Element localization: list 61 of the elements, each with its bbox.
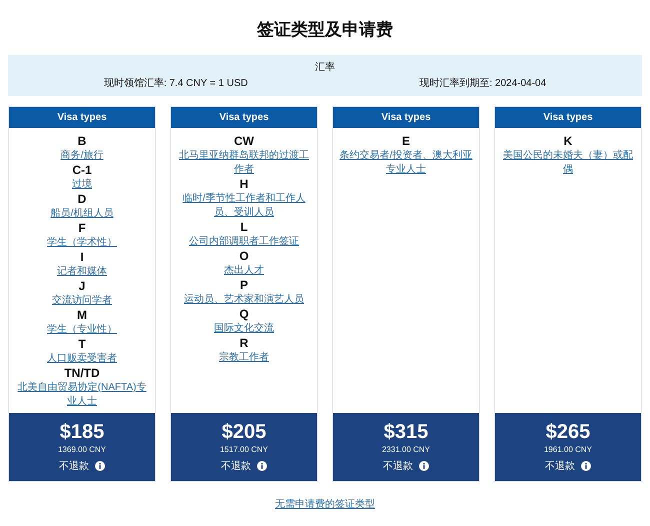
visa-code: H	[240, 177, 248, 192]
visa-code: I	[80, 250, 84, 265]
visa-type-link[interactable]: 国际文化交流	[214, 322, 274, 336]
price-cny: 1517.00 CNY	[218, 445, 270, 454]
price-cny: 1369.00 CNY	[56, 445, 108, 454]
visa-type-link[interactable]: 船员/机组人员	[50, 207, 114, 221]
visa-code: K	[564, 134, 572, 149]
visa-code: O	[239, 249, 249, 264]
price-cny: 1961.00 CNY	[542, 445, 594, 454]
visa-type-link[interactable]: 条约交易者/投资者、澳大利亚专业人士	[339, 149, 473, 177]
page-title: 签证类型及申请费	[256, 19, 394, 41]
visa-code: P	[240, 278, 248, 293]
visa-type-link[interactable]: 临时/季节性工作者和工作人员、受训人员	[177, 192, 311, 220]
price-usd: $265	[544, 421, 592, 443]
visa-code: J	[78, 279, 86, 294]
visa-type-link[interactable]: 人口贩卖受害者	[47, 352, 117, 366]
visa-type-link[interactable]: 学生（学术性）	[47, 236, 117, 250]
card-header: Visa types	[9, 107, 155, 128]
visa-type-link[interactable]: 北马里亚纳群岛联邦的过渡工作者	[177, 149, 311, 177]
visa-type-link[interactable]: 记者和媒体	[57, 265, 107, 279]
visa-code: Q	[239, 307, 249, 322]
refund-note: 不退款	[383, 460, 413, 473]
refund-note: 不退款	[545, 460, 575, 473]
price-usd: $185	[58, 421, 106, 443]
visa-type-link[interactable]: 过境	[72, 178, 92, 192]
visa-code: B	[78, 134, 86, 149]
visa-code: D	[78, 192, 86, 207]
info-icon[interactable]	[581, 461, 591, 471]
price-usd: $205	[220, 421, 268, 443]
exchange-rate-text: 现时领馆汇率: 7.4 CNY = 1 USD	[104, 76, 248, 90]
card-header: Visa types	[495, 107, 641, 128]
visa-code: CW	[234, 134, 254, 149]
visa-type-link[interactable]: 公司内部调职者工作签证	[189, 235, 299, 249]
visa-code: L	[240, 220, 248, 235]
card-header: Visa types	[171, 107, 317, 128]
visa-type-link[interactable]: 宗教工作者	[219, 351, 269, 365]
visa-code: T	[78, 337, 86, 352]
refund-note: 不退款	[59, 460, 89, 473]
visa-type-link[interactable]: 杰出人才	[224, 264, 264, 278]
visa-type-link[interactable]: 学生（专业性）	[47, 323, 117, 337]
visa-type-link[interactable]: 交流访问学者	[52, 294, 112, 308]
price-usd: $315	[382, 421, 430, 443]
info-icon[interactable]	[257, 461, 267, 471]
visa-code: TN/TD	[64, 366, 100, 381]
exchange-expiry-text: 现时汇率到期至: 2024-04-04	[419, 76, 546, 90]
info-icon[interactable]	[419, 461, 429, 471]
price-cny: 2331.00 CNY	[380, 445, 432, 454]
visa-code: F	[78, 221, 86, 236]
visa-type-link[interactable]: 运动员、艺术家和演艺人员	[184, 293, 304, 307]
no-fee-visa-link[interactable]: 无需申请费的签证类型	[275, 499, 375, 510]
visa-type-link[interactable]: 商务/旅行	[60, 149, 104, 163]
visa-code: M	[77, 308, 87, 323]
visa-code: C-1	[72, 163, 92, 178]
refund-note: 不退款	[221, 460, 251, 473]
visa-type-link[interactable]: 北美自由贸易协定(NAFTA)专业人士	[15, 381, 149, 409]
visa-code: R	[240, 336, 248, 351]
info-icon[interactable]	[95, 461, 105, 471]
visa-type-link[interactable]: 美国公民的未婚夫（妻）或配偶	[501, 149, 635, 177]
card-header: Visa types	[333, 107, 479, 128]
visa-code: E	[402, 134, 410, 149]
exchange-heading: 汇率	[314, 60, 336, 74]
